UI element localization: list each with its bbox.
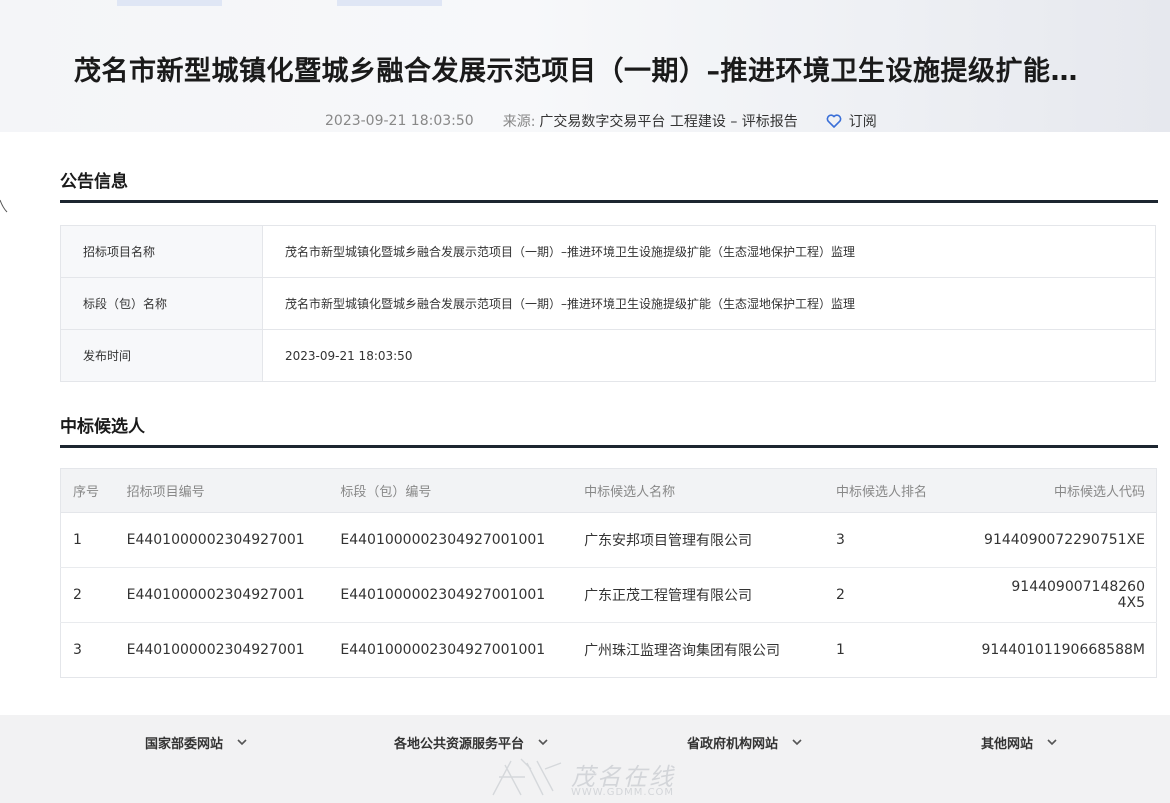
column-header: 序号 xyxy=(60,468,127,513)
watermark-logo-icon xyxy=(492,758,562,796)
column-header: 中标候选人排名 xyxy=(835,468,982,513)
top-nav-tab[interactable] xyxy=(117,0,222,6)
footer-link-label: 省政府机构网站 xyxy=(687,737,779,752)
cell-candidate-rank: 1 xyxy=(835,622,982,678)
page-title: 茂名市新型城镇化暨城乡融合发展示范项目（一期）–推进环境卫生设施提级扩能… xyxy=(74,56,1078,87)
candidates-section-title: 中标候选人 xyxy=(60,417,145,437)
table-row: 3 E4401000002304927001 E4401000002304927… xyxy=(60,622,1157,678)
top-nav-tab[interactable] xyxy=(337,0,442,6)
cell-project-code: E4401000002304927001 xyxy=(126,512,341,568)
watermark-url: WWW.GDMM.COM xyxy=(571,787,675,798)
footer-link-other-sites[interactable]: 其他网站 xyxy=(981,733,1057,752)
table-row: 招标项目名称 茂名市新型城镇化暨城乡融合发展示范项目（一期）–推进环境卫生设施提… xyxy=(60,225,1156,278)
cell-candidate-code: 914409007148260 4X5 xyxy=(981,567,1157,623)
cell-section-code: E4401000002304927001001 xyxy=(340,567,585,623)
source-label: 来源: xyxy=(502,114,536,130)
cell-candidate-code: 91440101190668588M xyxy=(981,622,1157,678)
column-header: 招标项目编号 xyxy=(126,468,341,513)
table-row: 发布时间 2023-09-21 18:03:50 xyxy=(60,329,1156,382)
header-banner: 茂名市新型城镇化暨城乡融合发展示范项目（一期）–推进环境卫生设施提级扩能… 20… xyxy=(0,0,1170,132)
announcement-section-title: 公告信息 xyxy=(60,172,128,192)
footer-link-provincial-sites[interactable]: 省政府机构网站 xyxy=(687,733,802,752)
cell-project-code: E4401000002304927001 xyxy=(126,567,341,623)
cell-section-code: E4401000002304927001001 xyxy=(340,512,585,568)
column-header: 标段（包）编号 xyxy=(340,468,585,513)
cell-project-code: E4401000002304927001 xyxy=(126,622,341,678)
site-watermark: 茂名在线 WWW.GDMM.COM xyxy=(485,755,695,801)
source-value: 广交易数字交易平台 工程建设 – 评标报告 xyxy=(539,114,798,130)
info-value: 2023-09-21 18:03:50 xyxy=(262,329,1156,382)
table-row: 标段（包）名称 茂名市新型城镇化暨城乡融合发展示范项目（一期）–推进环境卫生设施… xyxy=(60,277,1156,330)
column-header: 中标候选人代码 xyxy=(981,468,1157,513)
announcement-info-table: 招标项目名称 茂名市新型城镇化暨城乡融合发展示范项目（一期）–推进环境卫生设施提… xyxy=(60,225,1156,382)
candidates-table: 序号 招标项目编号 标段（包）编号 中标候选人名称 中标候选人排名 中标候选人代… xyxy=(60,468,1157,678)
cell-candidate-rank: 2 xyxy=(835,567,982,623)
cell-index: 3 xyxy=(60,622,127,678)
cell-candidate-code: 9144090072290751XE xyxy=(981,512,1157,568)
chevron-down-icon xyxy=(237,739,247,746)
edge-mark-icon xyxy=(0,199,8,213)
article-meta: 2023-09-21 18:03:50 来源: 广交易数字交易平台 工程建设 –… xyxy=(325,110,877,132)
publish-date: 2023-09-21 18:03:50 xyxy=(325,113,474,129)
table-header-row: 序号 招标项目编号 标段（包）编号 中标候选人名称 中标候选人排名 中标候选人代… xyxy=(60,468,1157,513)
subscribe-button[interactable]: 订阅 xyxy=(826,111,877,131)
footer-link-label: 各地公共资源服务平台 xyxy=(394,737,525,752)
chevron-down-icon xyxy=(538,739,548,746)
cell-index: 2 xyxy=(60,567,127,623)
footer-link-local-platforms[interactable]: 各地公共资源服务平台 xyxy=(394,733,548,752)
cell-candidate-name: 广东安邦项目管理有限公司 xyxy=(584,512,836,568)
info-key: 发布时间 xyxy=(60,329,263,382)
info-key: 标段（包）名称 xyxy=(60,277,263,330)
heart-icon xyxy=(826,114,842,128)
table-row: 2 E4401000002304927001 E4401000002304927… xyxy=(60,567,1157,623)
subscribe-label: 订阅 xyxy=(848,114,877,130)
cell-section-code: E4401000002304927001001 xyxy=(340,622,585,678)
table-row: 1 E4401000002304927001 E4401000002304927… xyxy=(60,512,1157,568)
announcement-section-header: 公告信息 xyxy=(60,168,1158,203)
footer-link-label: 其他网站 xyxy=(981,737,1034,752)
info-key: 招标项目名称 xyxy=(60,225,263,278)
candidates-section-header: 中标候选人 xyxy=(60,413,1158,448)
cell-candidate-name: 广东正茂工程管理有限公司 xyxy=(584,567,836,623)
footer-link-ministries[interactable]: 国家部委网站 xyxy=(145,733,247,752)
info-value: 茂名市新型城镇化暨城乡融合发展示范项目（一期）–推进环境卫生设施提级扩能（生态湿… xyxy=(285,245,856,259)
column-header: 中标候选人名称 xyxy=(584,468,836,513)
chevron-down-icon xyxy=(792,739,802,746)
cell-index: 1 xyxy=(60,512,127,568)
info-value: 茂名市新型城镇化暨城乡融合发展示范项目（一期）–推进环境卫生设施提级扩能（生态湿… xyxy=(262,277,1156,330)
chevron-down-icon xyxy=(1047,739,1057,746)
footer-link-label: 国家部委网站 xyxy=(145,737,224,752)
cell-candidate-name: 广州珠江监理咨询集团有限公司 xyxy=(584,622,836,678)
cell-candidate-rank: 3 xyxy=(835,512,982,568)
